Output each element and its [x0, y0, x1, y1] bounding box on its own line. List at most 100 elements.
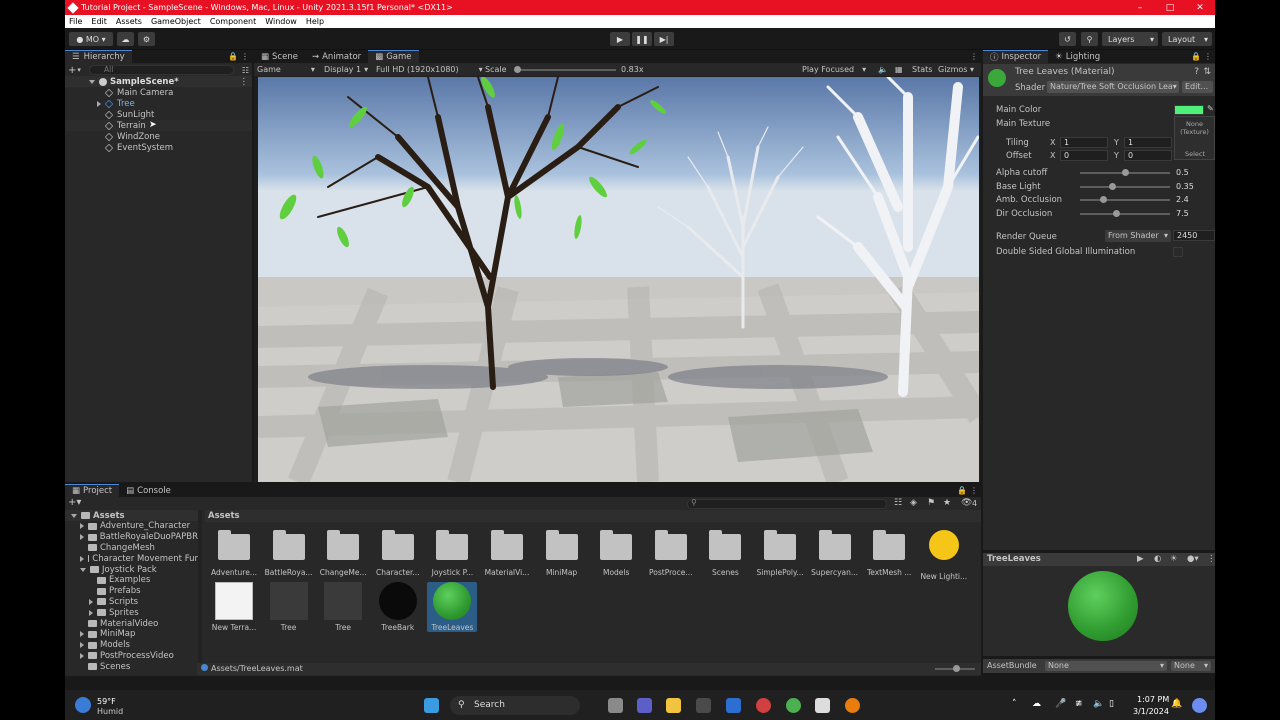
offset-x-field[interactable]: 0 — [1060, 150, 1108, 161]
asset-file[interactable]: New Terra... — [209, 582, 259, 632]
tree-scrollbar[interactable] — [198, 510, 202, 674]
expand-icon[interactable] — [89, 609, 93, 616]
asset-folder[interactable]: Scenes — [700, 530, 750, 577]
project-tree-item[interactable]: MiniMap — [65, 629, 198, 640]
property-value-field[interactable]: 2.4 — [1173, 194, 1215, 205]
asset-folder[interactable]: ChangeMe... — [318, 530, 368, 577]
project-tree-item[interactable]: MaterialVideo — [65, 618, 198, 629]
light-icon[interactable]: ☀ — [1170, 553, 1178, 566]
filter-type-icon[interactable]: ☷ — [894, 498, 902, 508]
menu-window[interactable]: Window — [265, 17, 297, 26]
hierarchy-item-terrain[interactable]: Terrain ➤ — [65, 120, 252, 131]
taskbar-search-box[interactable]: ⚲ Search — [450, 696, 580, 715]
filter-icon[interactable]: ☷ — [242, 66, 249, 75]
hierarchy-scene-row[interactable]: SampleScene* ⋮ — [65, 76, 252, 87]
play-icon[interactable]: ▶ — [1137, 553, 1144, 566]
add-icon[interactable]: + — [68, 65, 76, 76]
assetbundle-variant-dropdown[interactable]: None ▾ — [1171, 661, 1211, 671]
expand-icon[interactable] — [80, 523, 84, 530]
preview-shape-dropdown[interactable]: ●▾ — [1187, 553, 1199, 566]
asset-folder[interactable]: Supercyan... — [810, 530, 860, 577]
eyedropper-icon[interactable]: ✎ — [1207, 104, 1214, 113]
search-button[interactable]: ⚲ — [1081, 32, 1098, 46]
texture-slot[interactable]: None (Texture) Select — [1174, 116, 1215, 160]
cloud-icon[interactable]: ☁ — [1032, 699, 1041, 709]
volume-icon[interactable]: 🔈 — [1093, 699, 1104, 709]
property-slider-knob[interactable] — [1113, 209, 1120, 217]
hierarchy-item-sunlight[interactable]: SunLight — [65, 109, 252, 120]
property-slider[interactable] — [1080, 182, 1170, 190]
property-value-field[interactable]: 0.35 — [1173, 181, 1215, 192]
menu-file[interactable]: File — [69, 17, 82, 26]
hidden-packages-icon[interactable]: 👁 — [961, 498, 972, 508]
offset-y-field[interactable]: 0 — [1124, 150, 1172, 161]
lock-icon[interactable]: 🔒 — [957, 486, 967, 495]
expand-icon[interactable] — [80, 631, 84, 638]
more-menu-icon[interactable]: ⋮ — [241, 52, 249, 61]
windows-start-icon[interactable] — [424, 698, 439, 713]
tab-lighting[interactable]: ☀ Lighting — [1048, 50, 1107, 63]
asset-folder[interactable]: SimplePoly... — [755, 530, 805, 577]
notification-bell-icon[interactable]: 🔔 — [1171, 699, 1182, 709]
project-search-input[interactable]: ⚲ — [687, 498, 887, 509]
expand-icon[interactable] — [80, 652, 84, 659]
battery-icon[interactable]: ▯ — [1109, 699, 1114, 709]
mute-audio-icon[interactable]: 🔈 — [878, 65, 888, 74]
property-slider[interactable] — [1080, 209, 1170, 217]
property-slider[interactable] — [1080, 196, 1170, 203]
expand-icon[interactable] — [89, 598, 93, 605]
chevron-down-icon[interactable]: ▾ — [77, 66, 81, 74]
play-button[interactable]: ▶ — [610, 32, 630, 46]
menu-help[interactable]: Help — [306, 17, 324, 26]
render-queue-field[interactable]: 2450 — [1173, 230, 1215, 241]
maximize-button[interactable]: □ — [1155, 0, 1185, 15]
double-sided-gi-checkbox[interactable] — [1173, 247, 1183, 257]
help-icon[interactable]: ? — [1194, 67, 1199, 77]
sphere-preview-icon[interactable]: ◐ — [1154, 553, 1161, 566]
asset-folder[interactable]: MiniMap — [537, 530, 587, 577]
shader-dropdown[interactable]: Nature/Tree Soft Occlusion Lea▾ — [1047, 81, 1179, 93]
expand-icon[interactable] — [71, 513, 77, 518]
asset-folder[interactable]: MaterialVi... — [482, 530, 532, 577]
history-button[interactable]: ↺ — [1059, 32, 1076, 46]
tab-project[interactable]: ▦ Project — [65, 484, 120, 497]
microphone-icon[interactable]: 🎤 — [1055, 699, 1066, 709]
favorite-icon[interactable]: ★ — [943, 498, 951, 508]
more-menu-icon[interactable]: ⋮ — [1204, 52, 1212, 61]
menu-edit[interactable]: Edit — [91, 17, 107, 26]
project-tree-item[interactable]: PostProcessVideo — [65, 650, 198, 661]
select-texture-button[interactable]: Select — [1185, 150, 1205, 158]
tab-hierarchy[interactable]: ☰ Hierarchy — [65, 50, 132, 63]
asset-file[interactable]: Tree — [264, 582, 314, 632]
minimize-button[interactable]: – — [1125, 0, 1155, 15]
pause-button[interactable]: ❚❚ — [632, 32, 652, 46]
account-button[interactable]: ● MO ▾ — [69, 32, 113, 46]
expand-icon[interactable] — [80, 567, 86, 572]
asset-folder[interactable]: PostProce... — [646, 530, 696, 577]
project-tree-item[interactable]: Models — [65, 640, 198, 651]
tab-inspector[interactable]: ⓘ Inspector — [983, 50, 1049, 63]
menu-gameobject[interactable]: GameObject — [151, 17, 201, 26]
teams-icon[interactable] — [637, 698, 652, 713]
game-mode-dropdown[interactable]: Game ▾ — [257, 65, 315, 74]
vs-icon[interactable] — [726, 698, 741, 713]
game-viewport[interactable] — [258, 77, 979, 482]
project-tree-item[interactable]: ChangeMesh — [65, 542, 198, 553]
project-tree-item[interactable]: Adventure_Character — [65, 521, 198, 532]
hierarchy-item-main-camera[interactable]: Main Camera — [65, 87, 252, 98]
lock-icon[interactable]: 🔒 — [228, 52, 238, 61]
tag-icon[interactable]: ⚑ — [927, 498, 935, 508]
project-tree-item[interactable]: BattleRoyaleDuoPAPBR — [65, 532, 198, 543]
tiling-x-field[interactable]: 1 — [1060, 137, 1108, 148]
more-menu-icon[interactable]: ⋮ — [970, 486, 978, 495]
hierarchy-item-windzone[interactable]: WindZone — [65, 131, 252, 142]
more-menu-icon[interactable]: ⋮ — [970, 52, 978, 61]
step-button[interactable]: ▶| — [654, 32, 674, 46]
expand-icon[interactable] — [80, 555, 84, 562]
property-slider-knob[interactable] — [1122, 169, 1129, 176]
tab-game[interactable]: ▩ Game — [368, 50, 419, 63]
breadcrumb-assets[interactable]: Assets — [208, 511, 240, 521]
project-tree-item[interactable]: Joystick Pack — [65, 564, 198, 575]
project-tree-item[interactable]: Scenes — [65, 661, 198, 672]
blender-icon[interactable] — [845, 698, 860, 713]
